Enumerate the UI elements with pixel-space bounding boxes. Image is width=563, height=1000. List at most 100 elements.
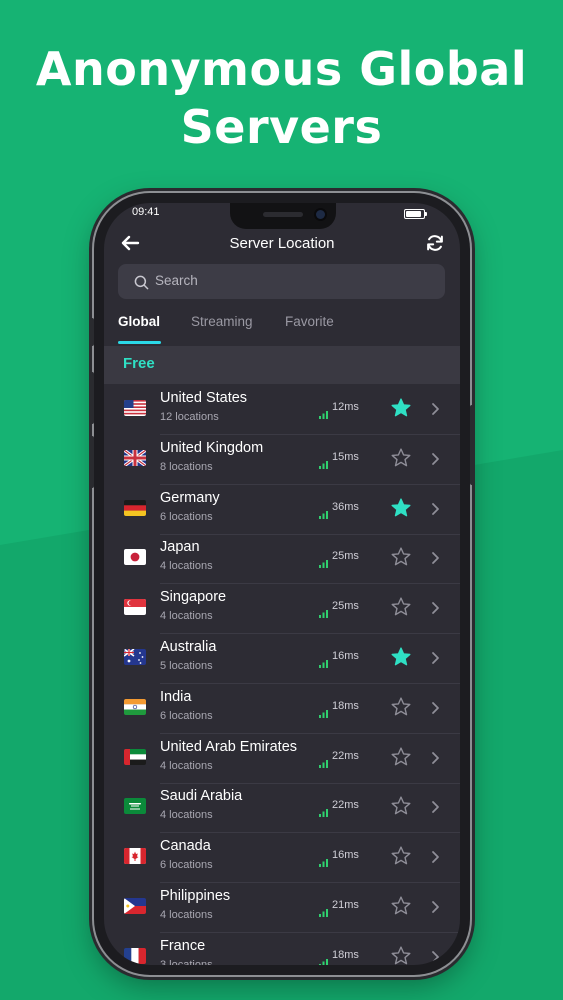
- server-ping: 21ms: [332, 899, 359, 911]
- tab-bar: Global Streaming Favorite: [104, 311, 460, 347]
- promo-headline-line2: Servers: [180, 100, 383, 154]
- server-name: Saudi Arabia: [160, 788, 243, 805]
- server-name: Canada: [160, 838, 211, 855]
- server-row[interactable]: India 6 locations 18ms: [104, 684, 460, 734]
- server-name: Japan: [160, 539, 200, 556]
- search-placeholder: Search: [155, 273, 198, 288]
- favorite-star-icon[interactable]: [390, 795, 412, 817]
- server-name: Australia: [160, 639, 217, 655]
- signal-strength-icon: [319, 653, 328, 668]
- promo-headline: Anonymous Global Servers: [0, 40, 563, 156]
- phone-volume-up-button: [90, 372, 94, 424]
- server-name: Philippines: [160, 888, 231, 904]
- signal-strength-icon: [319, 753, 328, 768]
- japan-flag-icon: [124, 549, 146, 566]
- favorite-star-filled-icon[interactable]: [390, 397, 412, 419]
- server-ping: 15ms: [332, 450, 359, 463]
- chevron-right-icon: [430, 799, 440, 814]
- server-row[interactable]: Japan 4 locations 25ms: [104, 534, 460, 585]
- server-row[interactable]: Singapore 4 locations 25ms: [104, 584, 460, 635]
- server-locations: 4 locations: [160, 560, 213, 573]
- server-locations: 6 locations: [160, 859, 213, 872]
- tab-favorite[interactable]: Favorite: [285, 314, 334, 329]
- server-name: United States: [160, 390, 248, 406]
- server-row[interactable]: Australia 5 locations 16ms: [104, 634, 460, 684]
- favorite-star-icon[interactable]: [390, 895, 412, 917]
- chevron-right-icon: [430, 750, 440, 764]
- page-title: Server Location: [229, 235, 335, 252]
- signal-strength-icon: [319, 703, 328, 718]
- favorite-star-icon[interactable]: [390, 746, 412, 768]
- refresh-icon[interactable]: [424, 232, 446, 254]
- server-row[interactable]: Philippines 4 locations 21ms: [104, 883, 460, 933]
- app-screen: 09:41 Server Location Search Global Stre…: [104, 203, 460, 965]
- search-icon: [134, 275, 149, 290]
- favorite-star-icon[interactable]: [390, 546, 412, 568]
- server-locations: 6 locations: [160, 510, 213, 523]
- server-row[interactable]: Germany 6 locations 36ms: [104, 485, 460, 535]
- tab-global[interactable]: Global: [118, 314, 160, 329]
- battery-icon: [404, 209, 427, 219]
- server-row[interactable]: Saudi Arabia 4 locations 22ms: [104, 783, 460, 834]
- server-locations: 6 locations: [160, 709, 213, 722]
- server-row[interactable]: United Kingdom 8 locations 15ms: [104, 435, 460, 485]
- signal-strength-icon: [319, 454, 328, 469]
- favorite-star-filled-icon[interactable]: [390, 497, 412, 519]
- philippines-flag-icon: [124, 898, 146, 914]
- search-input[interactable]: Search: [118, 264, 445, 299]
- server-name: United Kingdom: [160, 439, 264, 456]
- phone-side-button: [90, 318, 94, 346]
- phone-notch: [230, 203, 336, 229]
- australia-flag-icon: [124, 649, 146, 665]
- server-ping: 18ms: [332, 699, 359, 712]
- chevron-right-icon: [430, 650, 440, 664]
- tab-streaming[interactable]: Streaming: [191, 314, 253, 329]
- favorite-star-icon[interactable]: [390, 845, 412, 867]
- uk-flag-icon: [124, 449, 146, 466]
- favorite-star-filled-icon[interactable]: [390, 646, 412, 668]
- server-ping: 22ms: [332, 749, 359, 762]
- signal-strength-icon: [319, 504, 328, 519]
- saudi-arabia-flag-icon: [124, 798, 146, 815]
- server-locations: 8 locations: [160, 460, 213, 473]
- speaker-grille: [263, 212, 303, 217]
- server-row[interactable]: France 3 locations 18ms: [104, 933, 460, 965]
- signal-strength-icon: [319, 404, 328, 419]
- server-ping: 16ms: [332, 650, 359, 662]
- server-row[interactable]: United Arab Emirates 4 locations 22ms: [104, 734, 460, 784]
- server-ping: 18ms: [332, 948, 359, 961]
- chevron-right-icon: [430, 700, 440, 714]
- promo-headline-line1: Anonymous Global: [35, 42, 528, 96]
- server-locations: 12 locations: [160, 411, 219, 423]
- active-tab-indicator: [118, 341, 161, 344]
- server-name: Germany: [160, 489, 220, 506]
- server-ping: 36ms: [332, 500, 359, 513]
- chevron-right-icon: [430, 600, 440, 615]
- signal-strength-icon: [319, 802, 328, 818]
- chevron-right-icon: [430, 899, 440, 913]
- section-header-free: Free: [104, 346, 460, 384]
- server-name: United Arab Emirates: [160, 738, 298, 755]
- server-row[interactable]: Canada 6 locations 16ms: [104, 833, 460, 884]
- server-locations: 3 locations: [160, 958, 213, 965]
- favorite-star-icon[interactable]: [390, 447, 412, 469]
- favorite-star-icon[interactable]: [390, 696, 412, 718]
- germany-flag-icon: [124, 499, 146, 516]
- favorite-star-icon[interactable]: [390, 596, 412, 618]
- singapore-flag-icon: [124, 599, 146, 616]
- france-flag-icon: [124, 947, 146, 964]
- uae-flag-icon: [124, 748, 146, 765]
- server-ping: 22ms: [332, 799, 359, 812]
- phone-power-button: [470, 405, 474, 485]
- chevron-right-icon: [430, 550, 440, 565]
- india-flag-icon: [124, 698, 146, 715]
- server-name: India: [160, 688, 192, 705]
- server-row[interactable]: United States 12 locations 12ms: [104, 385, 460, 435]
- signal-strength-icon: [319, 553, 328, 569]
- top-bar: Server Location: [104, 231, 460, 257]
- server-locations: 4 locations: [160, 909, 213, 921]
- server-name: France: [160, 937, 206, 954]
- front-camera: [316, 210, 325, 219]
- chevron-right-icon: [430, 501, 440, 515]
- favorite-star-icon[interactable]: [390, 945, 412, 965]
